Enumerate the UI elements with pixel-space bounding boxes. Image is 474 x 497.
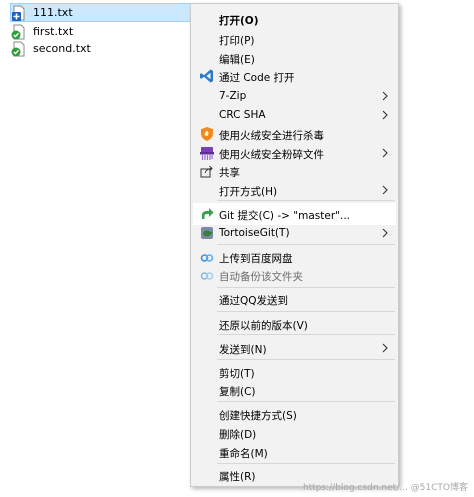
menu-item-restore-versions[interactable]: 还原以前的版本(V) [193, 313, 396, 335]
menu-item-label: 通过 Code 打开 [219, 72, 295, 84]
txt-git-check-icon [11, 24, 27, 40]
menu-item-label: 发送到(N) [219, 344, 267, 356]
menu-item-tortoisegit[interactable]: TortoiseGit(T) [193, 222, 396, 244]
menu-item-label: 复制(C) [219, 386, 256, 398]
menu-item-label: 重命名(M) [219, 448, 268, 460]
git-commit-arrow-icon [199, 206, 215, 222]
txt-plus-icon [11, 5, 27, 21]
menu-item-label: 打印(P) [219, 35, 255, 47]
file-name: first.txt [33, 25, 74, 38]
menu-item-label: CRC SHA [219, 109, 266, 121]
menu-item-rename[interactable]: 重命名(M) [193, 441, 396, 463]
menu-item-label: 打开(O) [219, 15, 259, 27]
menu-item-label: Git 提交(C) -> "master"... [219, 210, 350, 222]
menu-item-open-with-code[interactable]: 通过 Code 打开 [193, 65, 396, 87]
chevron-right-icon [381, 146, 389, 160]
menu-item-copy[interactable]: 复制(C) [193, 379, 396, 401]
menu-separator [217, 359, 395, 360]
chevron-right-icon [381, 89, 389, 103]
menu-item-auto-backup: 自动备份该文件夹 [193, 264, 396, 286]
file-name: 111.txt [33, 6, 73, 19]
menu-item-label: 打开方式(H) [219, 186, 278, 198]
baidu-netdisk-icon [199, 267, 215, 283]
huorong-shield-icon [199, 126, 215, 142]
menu-item-label: TortoiseGit(T) [219, 227, 290, 239]
menu-separator [217, 200, 395, 201]
menu-item-label: 创建快捷方式(S) [219, 410, 297, 422]
menu-item-label: 属性(R) [219, 471, 256, 483]
chevron-right-icon [381, 108, 389, 122]
menu-item-label: 共享 [219, 167, 240, 179]
file-item-111[interactable]: 111.txt [10, 3, 200, 22]
tortoisegit-icon [199, 225, 215, 241]
menu-item-send-qq[interactable]: 通过QQ发送到 [193, 288, 396, 310]
share-icon [199, 163, 215, 179]
menu-separator [217, 334, 395, 335]
chevron-right-icon [381, 226, 389, 240]
menu-item-label: 通过QQ发送到 [219, 295, 289, 307]
menu-item-send-to[interactable]: 发送到(N) [193, 337, 396, 359]
menu-item-open-with[interactable]: 打开方式(H) [193, 179, 396, 201]
shredder-icon [199, 145, 215, 161]
menu-item-label: 7-Zip [219, 90, 247, 102]
txt-git-check-icon [11, 41, 27, 57]
menu-separator [217, 311, 395, 312]
chevron-right-icon [381, 183, 389, 197]
menu-separator [217, 401, 395, 402]
vscode-icon [199, 68, 215, 84]
watermark: https://blog.csdn.net/... @51CTO博客 [302, 483, 468, 493]
menu-separator [217, 244, 395, 245]
chevron-right-icon [381, 341, 389, 355]
baidu-netdisk-icon [199, 249, 215, 265]
menu-item-open[interactable]: 打开(O) [193, 8, 396, 30]
file-name: second.txt [33, 42, 91, 55]
menu-item-label: 自动备份该文件夹 [219, 271, 303, 283]
menu-item-label: 删除(D) [219, 429, 257, 441]
context-menu: 打开(O) 打印(P) 编辑(E) 通过 Code 打开 7-Zip CRC S… [190, 3, 399, 487]
menu-item-label: 使用火绒安全进行杀毒 [219, 130, 324, 142]
menu-item-label: 还原以前的版本(V) [219, 320, 308, 332]
